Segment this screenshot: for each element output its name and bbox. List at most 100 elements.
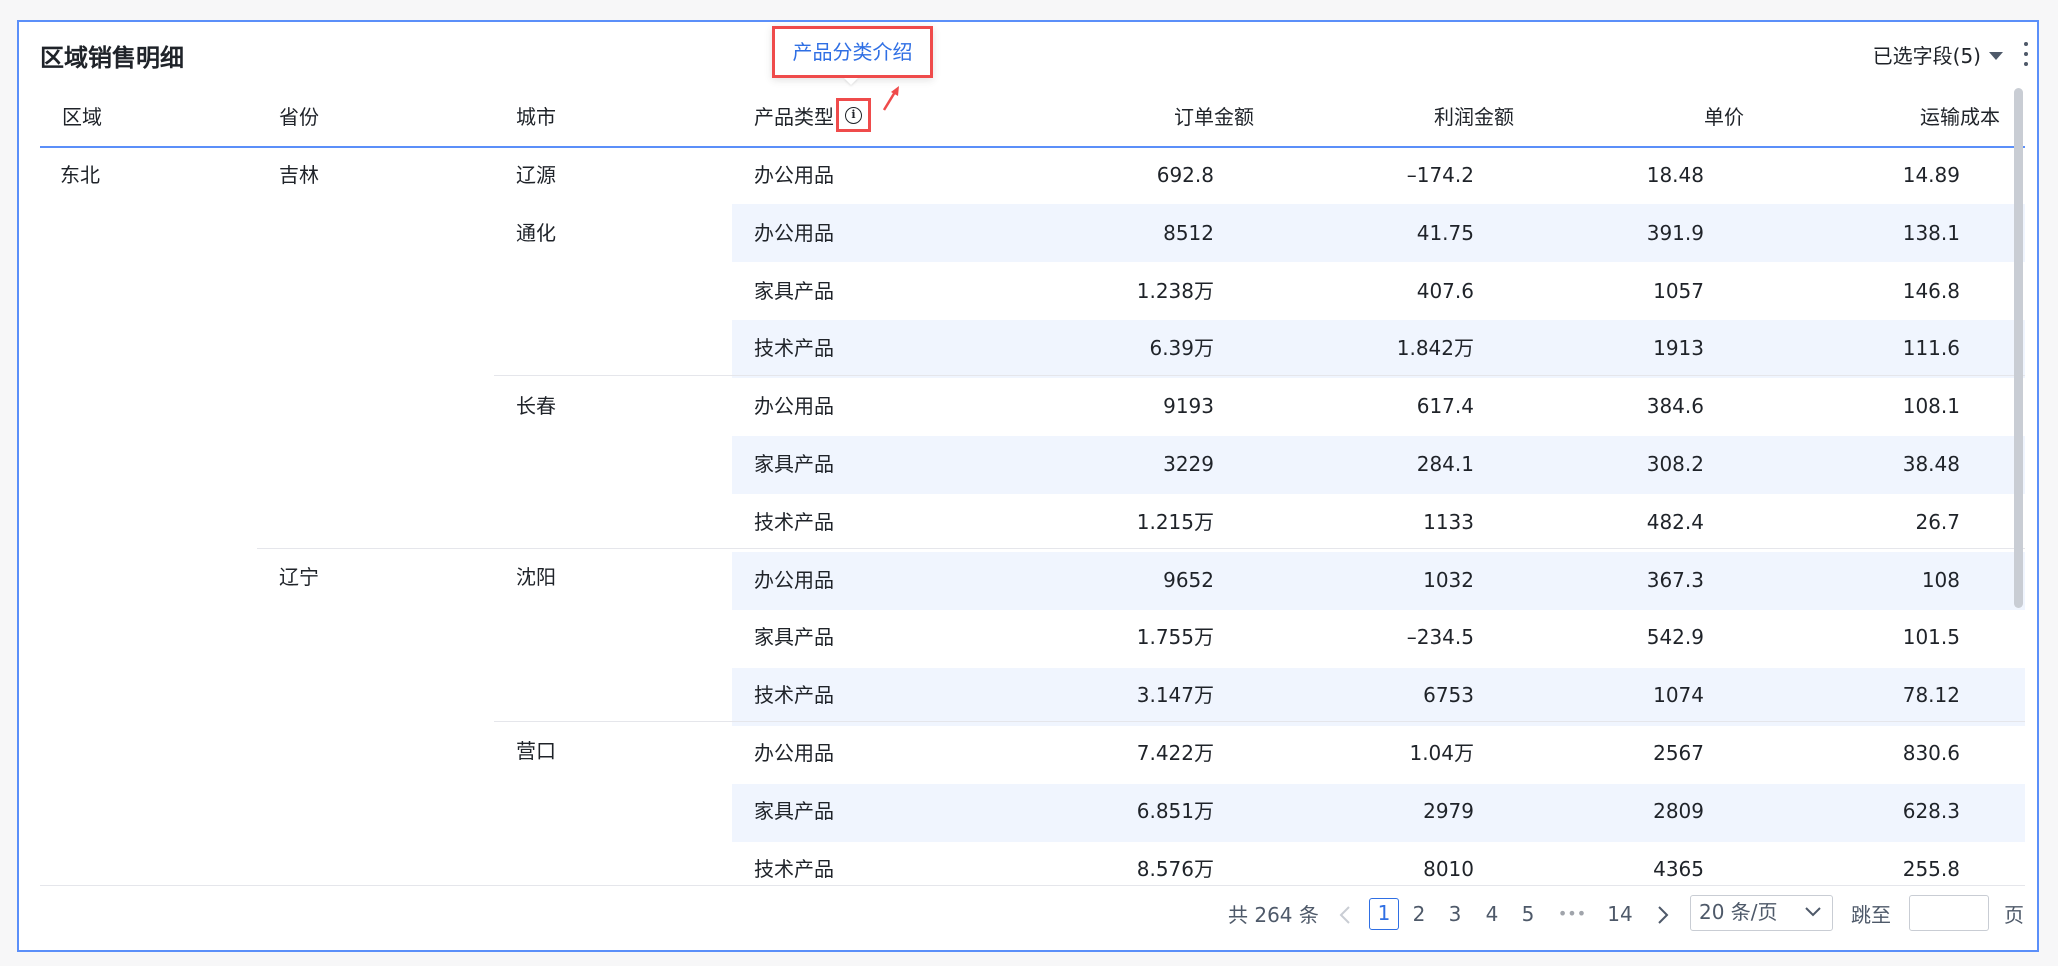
page-5-button[interactable]: 5 <box>1517 898 1539 930</box>
next-page-icon[interactable] <box>1656 904 1670 926</box>
cell-product-type: 技术产品 <box>754 509 834 534</box>
page-last-button[interactable]: 14 <box>1605 898 1635 930</box>
cell-order-amount: 1.755万 <box>1136 625 1214 650</box>
cell-order-amount: 3229 <box>1163 452 1214 476</box>
page-4-button[interactable]: 4 <box>1481 898 1503 930</box>
cell-product-type: 办公用品 <box>754 394 834 419</box>
cell-shipping-cost: 146.8 <box>1902 278 1960 303</box>
cell-unit-price: 367.3 <box>1646 567 1704 592</box>
cell-profit-amount: 1133 <box>1423 509 1474 534</box>
col-city[interactable]: 城市 <box>516 88 556 146</box>
cell-unit-price: 1074 <box>1653 683 1704 708</box>
col-shipping-cost[interactable]: 运输成本 <box>1786 88 2000 146</box>
caret-down-icon <box>1989 51 2003 60</box>
cell-shipping-cost: 108 <box>1921 567 1960 592</box>
table-row: 办公用品 7.422万 1.04万 2567 830.6 <box>40 724 2025 782</box>
page-size-value: 20 条/页 <box>1699 900 1778 924</box>
fields-picker[interactable]: 已选字段(5) <box>1873 40 2003 69</box>
cell-order-amount: 8.576万 <box>1136 856 1214 881</box>
cell-profit-amount: 8010 <box>1423 856 1474 881</box>
col-order-amount[interactable]: 订单金额 <box>1040 88 1254 146</box>
cell-order-amount: 9652 <box>1163 567 1214 592</box>
info-icon-highlight[interactable]: i <box>836 98 871 132</box>
cell-order-amount: 6.39万 <box>1149 336 1214 361</box>
cell-product-type: 办公用品 <box>754 567 834 592</box>
cell-shipping-cost: 628.3 <box>1902 798 1960 823</box>
cell-shipping-cost: 14.89 <box>1902 163 1960 187</box>
jump-label: 跳至 <box>1851 903 1891 927</box>
prev-page-icon[interactable] <box>1338 904 1352 926</box>
col-profit-amount[interactable]: 利润金额 <box>1300 88 1514 146</box>
cell-shipping-cost: 108.1 <box>1902 394 1960 419</box>
table-row: 办公用品 692.8 –174.2 18.48 14.89 <box>40 146 2025 204</box>
col-region[interactable]: 区域 <box>62 88 102 146</box>
table-body: 东北 吉林 辽宁 辽源 通化 长春 沈阳 营口 办公用品 692.8 –174.2 1… <box>40 146 2025 885</box>
product-type-tooltip: 产品分类介绍 <box>772 26 933 78</box>
cell-profit-amount: 407.6 <box>1416 278 1474 303</box>
cell-shipping-cost: 830.6 <box>1902 741 1960 765</box>
table-row: 技术产品 3.147万 6753 1074 78.12 <box>40 666 2025 724</box>
cell-order-amount: 1.238万 <box>1136 278 1214 303</box>
cell-profit-amount: 284.1 <box>1416 452 1474 476</box>
table-row: 家具产品 1.755万 –234.5 542.9 101.5 <box>40 608 2025 666</box>
cell-shipping-cost: 78.12 <box>1902 683 1960 708</box>
table-row: 办公用品 9652 1032 367.3 108 <box>40 551 2025 609</box>
cell-unit-price: 391.9 <box>1646 220 1704 245</box>
col-product-type[interactable]: 产品类型 <box>754 88 834 146</box>
cell-profit-amount: 41.75 <box>1416 220 1474 245</box>
page-title: 区域销售明细 <box>40 44 184 72</box>
table-row: 技术产品 1.215万 1133 482.4 26.7 <box>40 493 2025 551</box>
jump-page-input[interactable] <box>1909 895 1989 931</box>
cell-product-type: 技术产品 <box>754 683 834 708</box>
page-2-button[interactable]: 2 <box>1408 898 1430 930</box>
cell-unit-price: 2809 <box>1653 798 1704 823</box>
cell-shipping-cost: 101.5 <box>1902 625 1960 650</box>
cell-product-type: 家具产品 <box>754 452 834 476</box>
cell-order-amount: 7.422万 <box>1136 741 1214 765</box>
table-header: 区域 省份 城市 产品类型 订单金额 利润金额 单价 运输成本 <box>40 88 2025 148</box>
table-row: 家具产品 6.851万 2979 2809 628.3 <box>40 782 2025 840</box>
tooltip-arrow <box>844 78 858 85</box>
cell-unit-price: 1057 <box>1653 278 1704 303</box>
vertical-scrollbar[interactable] <box>2014 88 2023 608</box>
page-1-button[interactable]: 1 <box>1369 898 1399 930</box>
cell-unit-price: 542.9 <box>1646 625 1704 650</box>
cell-profit-amount: 1032 <box>1423 567 1474 592</box>
table-row: 办公用品 9193 617.4 384.6 108.1 <box>40 377 2025 435</box>
cell-unit-price: 4365 <box>1653 856 1704 881</box>
table-row: 办公用品 8512 41.75 391.9 138.1 <box>40 204 2025 262</box>
page-ellipsis[interactable]: ••• <box>1552 898 1592 930</box>
cell-unit-price: 384.6 <box>1646 394 1704 419</box>
col-province[interactable]: 省份 <box>279 88 319 146</box>
cell-profit-amount: 1.04万 <box>1409 741 1474 765</box>
cell-shipping-cost: 38.48 <box>1902 452 1960 476</box>
cell-order-amount: 692.8 <box>1156 163 1214 187</box>
cell-profit-amount: 1.842万 <box>1396 336 1474 361</box>
cell-shipping-cost: 138.1 <box>1902 220 1960 245</box>
cell-order-amount: 9193 <box>1163 394 1214 419</box>
cell-shipping-cost: 111.6 <box>1902 336 1960 361</box>
annotation-arrow-icon <box>882 86 899 111</box>
page-3-button[interactable]: 3 <box>1444 898 1466 930</box>
info-icon: i <box>845 106 862 124</box>
cell-order-amount: 1.215万 <box>1136 509 1214 534</box>
table-row: 技术产品 8.576万 8010 4365 255.8 <box>40 840 2025 885</box>
cell-product-type: 办公用品 <box>754 741 834 765</box>
cell-profit-amount: 2979 <box>1423 798 1474 823</box>
table-bottom-border <box>40 885 2025 886</box>
cell-profit-amount: –234.5 <box>1406 625 1474 650</box>
cell-product-type: 办公用品 <box>754 163 834 187</box>
table-row: 家具产品 1.238万 407.6 1057 146.8 <box>40 262 2025 320</box>
page-size-select[interactable]: 20 条/页 <box>1690 895 1833 931</box>
cell-product-type: 家具产品 <box>754 278 834 303</box>
table-row: 家具产品 3229 284.1 308.2 38.48 <box>40 435 2025 493</box>
more-vertical-icon[interactable] <box>2018 42 2034 66</box>
cell-profit-amount: 617.4 <box>1416 394 1474 419</box>
cell-product-type: 家具产品 <box>754 625 834 650</box>
cell-order-amount: 8512 <box>1163 220 1214 245</box>
cell-shipping-cost: 26.7 <box>1915 509 1960 534</box>
cell-unit-price: 18.48 <box>1646 163 1704 187</box>
pagination-total: 共 264 条 <box>1228 903 1319 927</box>
cell-unit-price: 308.2 <box>1646 452 1704 476</box>
col-unit-price[interactable]: 单价 <box>1530 88 1744 146</box>
